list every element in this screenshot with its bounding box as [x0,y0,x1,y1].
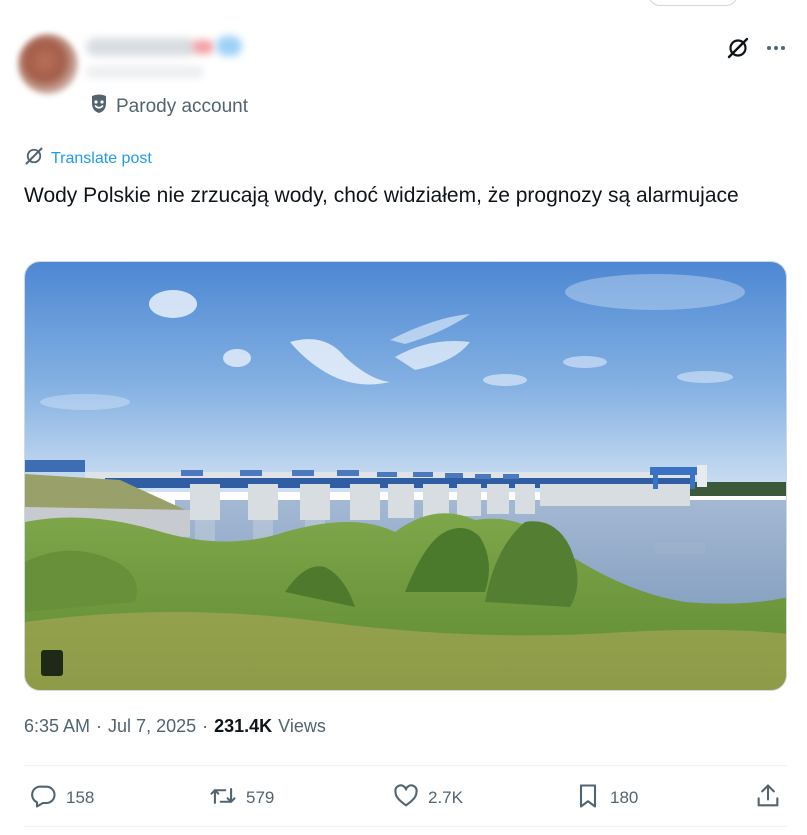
reply-icon [30,782,58,815]
repost-icon [208,782,238,815]
post-image[interactable] [24,261,787,691]
views-label: Views [278,716,326,736]
reply-count: 158 [66,788,95,807]
post-meta: 6:35 AM · Jul 7, 2025 · 231.4K Views [24,716,326,737]
meta-separator: · [96,716,103,736]
author-name-blurred[interactable] [86,38,196,56]
like-button[interactable]: 2.7K [392,782,463,814]
repost-button[interactable]: 579 [208,782,274,814]
meta-separator: · [202,716,209,736]
divider [24,765,787,766]
mask-icon [90,94,108,120]
post-text: Wody Polskie nie zrzucają wody, choć wid… [24,184,739,207]
post-time[interactable]: 6:35 AM [24,716,90,737]
parody-label: Parody account [90,94,248,120]
parody-text: Parody account [116,96,249,117]
share-icon [754,782,782,815]
repost-count: 579 [246,788,275,807]
translate-label: Translate post [51,149,152,167]
header-actions [726,36,788,60]
like-icon [392,782,420,815]
share-button[interactable] [754,782,782,814]
views-count: 231.4K [214,716,273,736]
divider [24,826,787,827]
grok-icon [24,146,44,171]
post-date[interactable]: Jul 7, 2025 [108,716,196,737]
grok-icon[interactable] [726,36,750,60]
more-icon[interactable] [764,36,788,60]
author-emoji-blurred [192,40,214,54]
reply-button[interactable]: 158 [30,782,94,814]
bookmark-button[interactable]: 180 [574,782,638,814]
avatar[interactable] [18,34,78,94]
top-chip [648,0,738,6]
bookmark-icon [574,782,602,815]
verified-badge-blurred [216,36,242,56]
bookmark-count: 180 [610,788,639,807]
author-handle-blurred[interactable] [86,66,204,78]
action-bar: 158 579 2.7K 180 [30,782,786,814]
translate-post-link[interactable]: Translate post [24,146,152,171]
like-count: 2.7K [428,788,463,807]
